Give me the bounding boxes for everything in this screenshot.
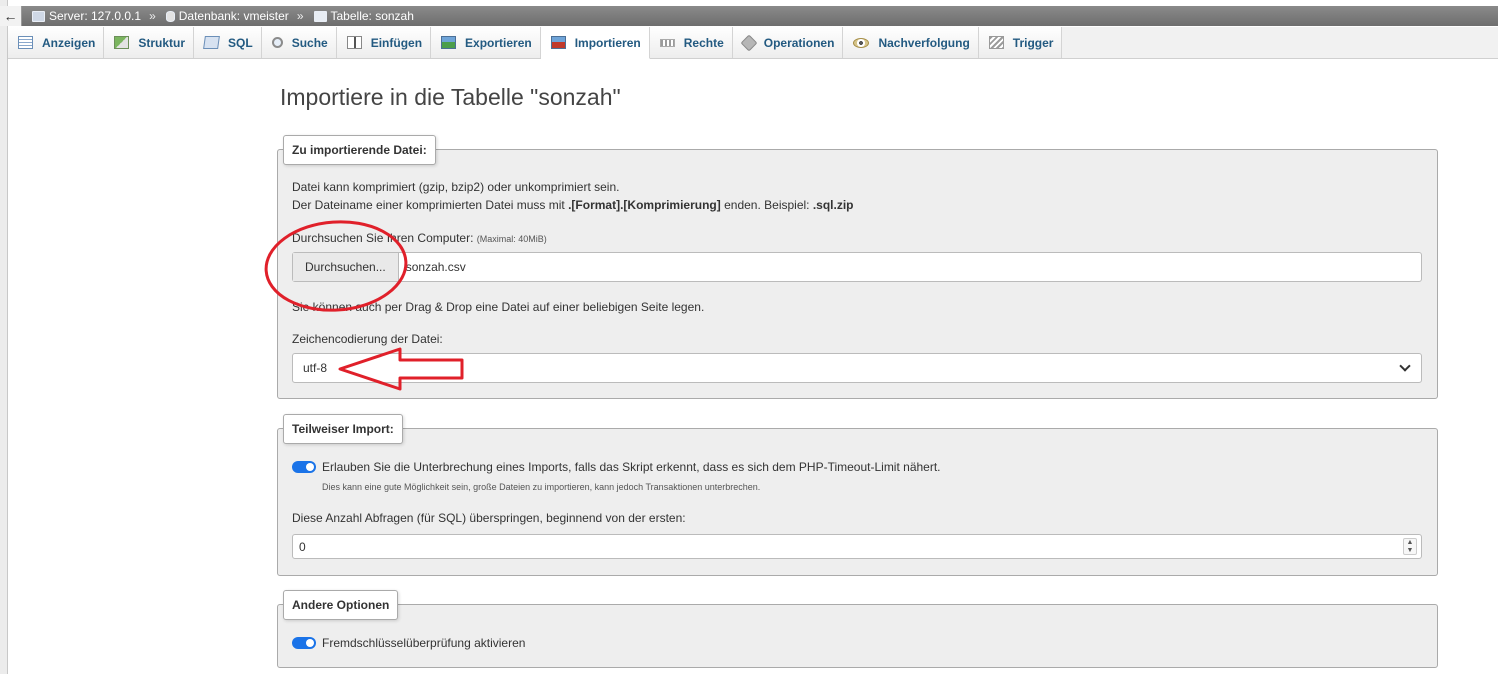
rights-icon <box>659 38 675 47</box>
table-icon <box>313 10 327 22</box>
breadcrumb-server-label: Server: 127.0.0.1 <box>49 9 142 23</box>
allow-interrupt-toggle[interactable] <box>292 461 316 473</box>
server-icon <box>32 10 45 22</box>
operations-icon <box>740 34 758 51</box>
sql-icon <box>203 36 220 49</box>
tab-sql[interactable]: SQL <box>194 27 262 58</box>
skip-queries-input[interactable]: 0 ▲ ▼ <box>292 534 1422 559</box>
file-section-legend: Zu importierende Datei: <box>283 135 436 165</box>
breadcrumb-table-label: Tabelle: sonzah <box>330 9 414 23</box>
tab-struktur[interactable]: Struktur <box>104 27 195 58</box>
allow-interrupt-hint: Dies kann eine gute Möglichkeit sein, gr… <box>322 482 761 492</box>
tab-label: Operationen <box>763 35 835 50</box>
breadcrumb-database-label: Datenbank: vmeister <box>178 9 289 23</box>
breadcrumb-table[interactable]: Tabelle: sonzah <box>313 9 414 23</box>
tab-bar: Anzeigen Struktur SQL Suche Einfügen Exp… <box>8 27 1498 59</box>
page-title: Importiere in die Tabelle "sonzah" <box>280 84 621 110</box>
partial-section-legend: Teilweiser Import: <box>283 414 403 444</box>
tab-importieren[interactable]: Importieren <box>540 27 650 59</box>
encoding-selected-value: utf-8 <box>303 361 328 375</box>
left-panel-edge <box>0 0 8 674</box>
breadcrumb: ← Server: 127.0.0.1 » Datenbank: vmeiste… <box>0 6 1498 26</box>
tab-operationen[interactable]: Operationen <box>732 27 844 58</box>
tab-label: Rechte <box>683 35 724 50</box>
format-info-text: enden. Beispiel: <box>720 198 813 212</box>
insert-icon <box>346 36 362 49</box>
tab-label: Trigger <box>1012 35 1054 50</box>
encoding-select[interactable]: utf-8 <box>292 353 1422 383</box>
file-input[interactable]: Durchsuchen... sonzah.csv <box>292 252 1422 282</box>
format-example: .sql.zip <box>812 198 854 212</box>
tab-nachverfolgung[interactable]: Nachverfolgung <box>843 27 979 58</box>
tab-exportieren[interactable]: Exportieren <box>431 27 541 58</box>
breadcrumb-separator: » <box>149 9 156 23</box>
selected-file-name: sonzah.csv <box>405 260 466 274</box>
file-import-section: Zu importierende Datei: Datei kann kompr… <box>277 135 1438 399</box>
browse-label: Durchsuchen Sie Ihren Computer: <box>292 231 474 245</box>
format-info-text: Der Dateiname einer komprimierten Datei … <box>292 198 569 212</box>
allow-interrupt-label: Erlauben Sie die Unterbrechung eines Imp… <box>322 460 941 474</box>
trigger-icon <box>988 36 1004 49</box>
structure-icon <box>114 36 130 49</box>
skip-queries-value: 0 <box>299 539 306 554</box>
foreign-key-check-label: Fremdschlüsselüberprüfung aktivieren <box>322 636 526 650</box>
format-pattern: .[Format].[Komprimierung] <box>568 198 721 212</box>
search-icon <box>271 37 283 48</box>
tab-label: Nachverfolgung <box>878 35 970 50</box>
max-size-label: (Maximal: 40MiB) <box>476 234 547 244</box>
skip-queries-label: Diese Anzahl Abfragen (für SQL) überspri… <box>292 511 686 525</box>
tab-label: Importieren <box>574 35 641 50</box>
drag-drop-hint: Sie können auch per Drag & Drop eine Dat… <box>292 300 705 314</box>
tab-label: Exportieren <box>465 35 532 50</box>
spinner-icon[interactable]: ▲ ▼ <box>1403 538 1417 555</box>
partial-import-section: Teilweiser Import: Erlauben Sie die Unte… <box>277 414 1438 576</box>
tab-anzeigen[interactable]: Anzeigen <box>8 27 105 58</box>
tracking-icon <box>853 37 870 48</box>
tab-label: SQL <box>228 35 253 50</box>
tab-trigger[interactable]: Trigger <box>978 27 1063 58</box>
breadcrumb-separator: » <box>296 9 304 23</box>
browse-button[interactable]: Durchsuchen... <box>293 253 399 281</box>
filename-format-info: Der Dateiname einer komprimierten Datei … <box>292 198 854 212</box>
compression-info: Datei kann komprimiert (gzip, bzip2) ode… <box>292 180 620 194</box>
tab-einfuegen[interactable]: Einfügen <box>336 27 432 58</box>
tab-label: Struktur <box>138 35 186 50</box>
back-arrow-icon[interactable]: ← <box>0 6 22 26</box>
browse-icon <box>18 36 33 49</box>
tab-label: Einfügen <box>370 35 423 50</box>
foreign-key-check-toggle[interactable] <box>292 637 316 649</box>
other-options-section: Andere Optionen Fremdschlüsselüberprüfun… <box>277 590 1438 668</box>
tab-label: Anzeigen <box>42 35 96 50</box>
tab-suche[interactable]: Suche <box>261 27 337 58</box>
encoding-label: Zeichencodierung der Datei: <box>292 332 443 346</box>
tab-rechte[interactable]: Rechte <box>649 27 733 58</box>
import-icon <box>550 36 566 49</box>
tab-label: Suche <box>291 35 328 50</box>
breadcrumb-server[interactable]: Server: 127.0.0.1 <box>32 9 141 23</box>
database-icon <box>165 10 175 22</box>
export-icon <box>441 36 457 49</box>
chevron-down-icon <box>1399 360 1411 372</box>
breadcrumb-database[interactable]: Datenbank: vmeister <box>165 9 289 23</box>
browse-label-row: Durchsuchen Sie Ihren Computer: (Maximal… <box>292 231 547 245</box>
other-section-legend: Andere Optionen <box>283 590 399 620</box>
